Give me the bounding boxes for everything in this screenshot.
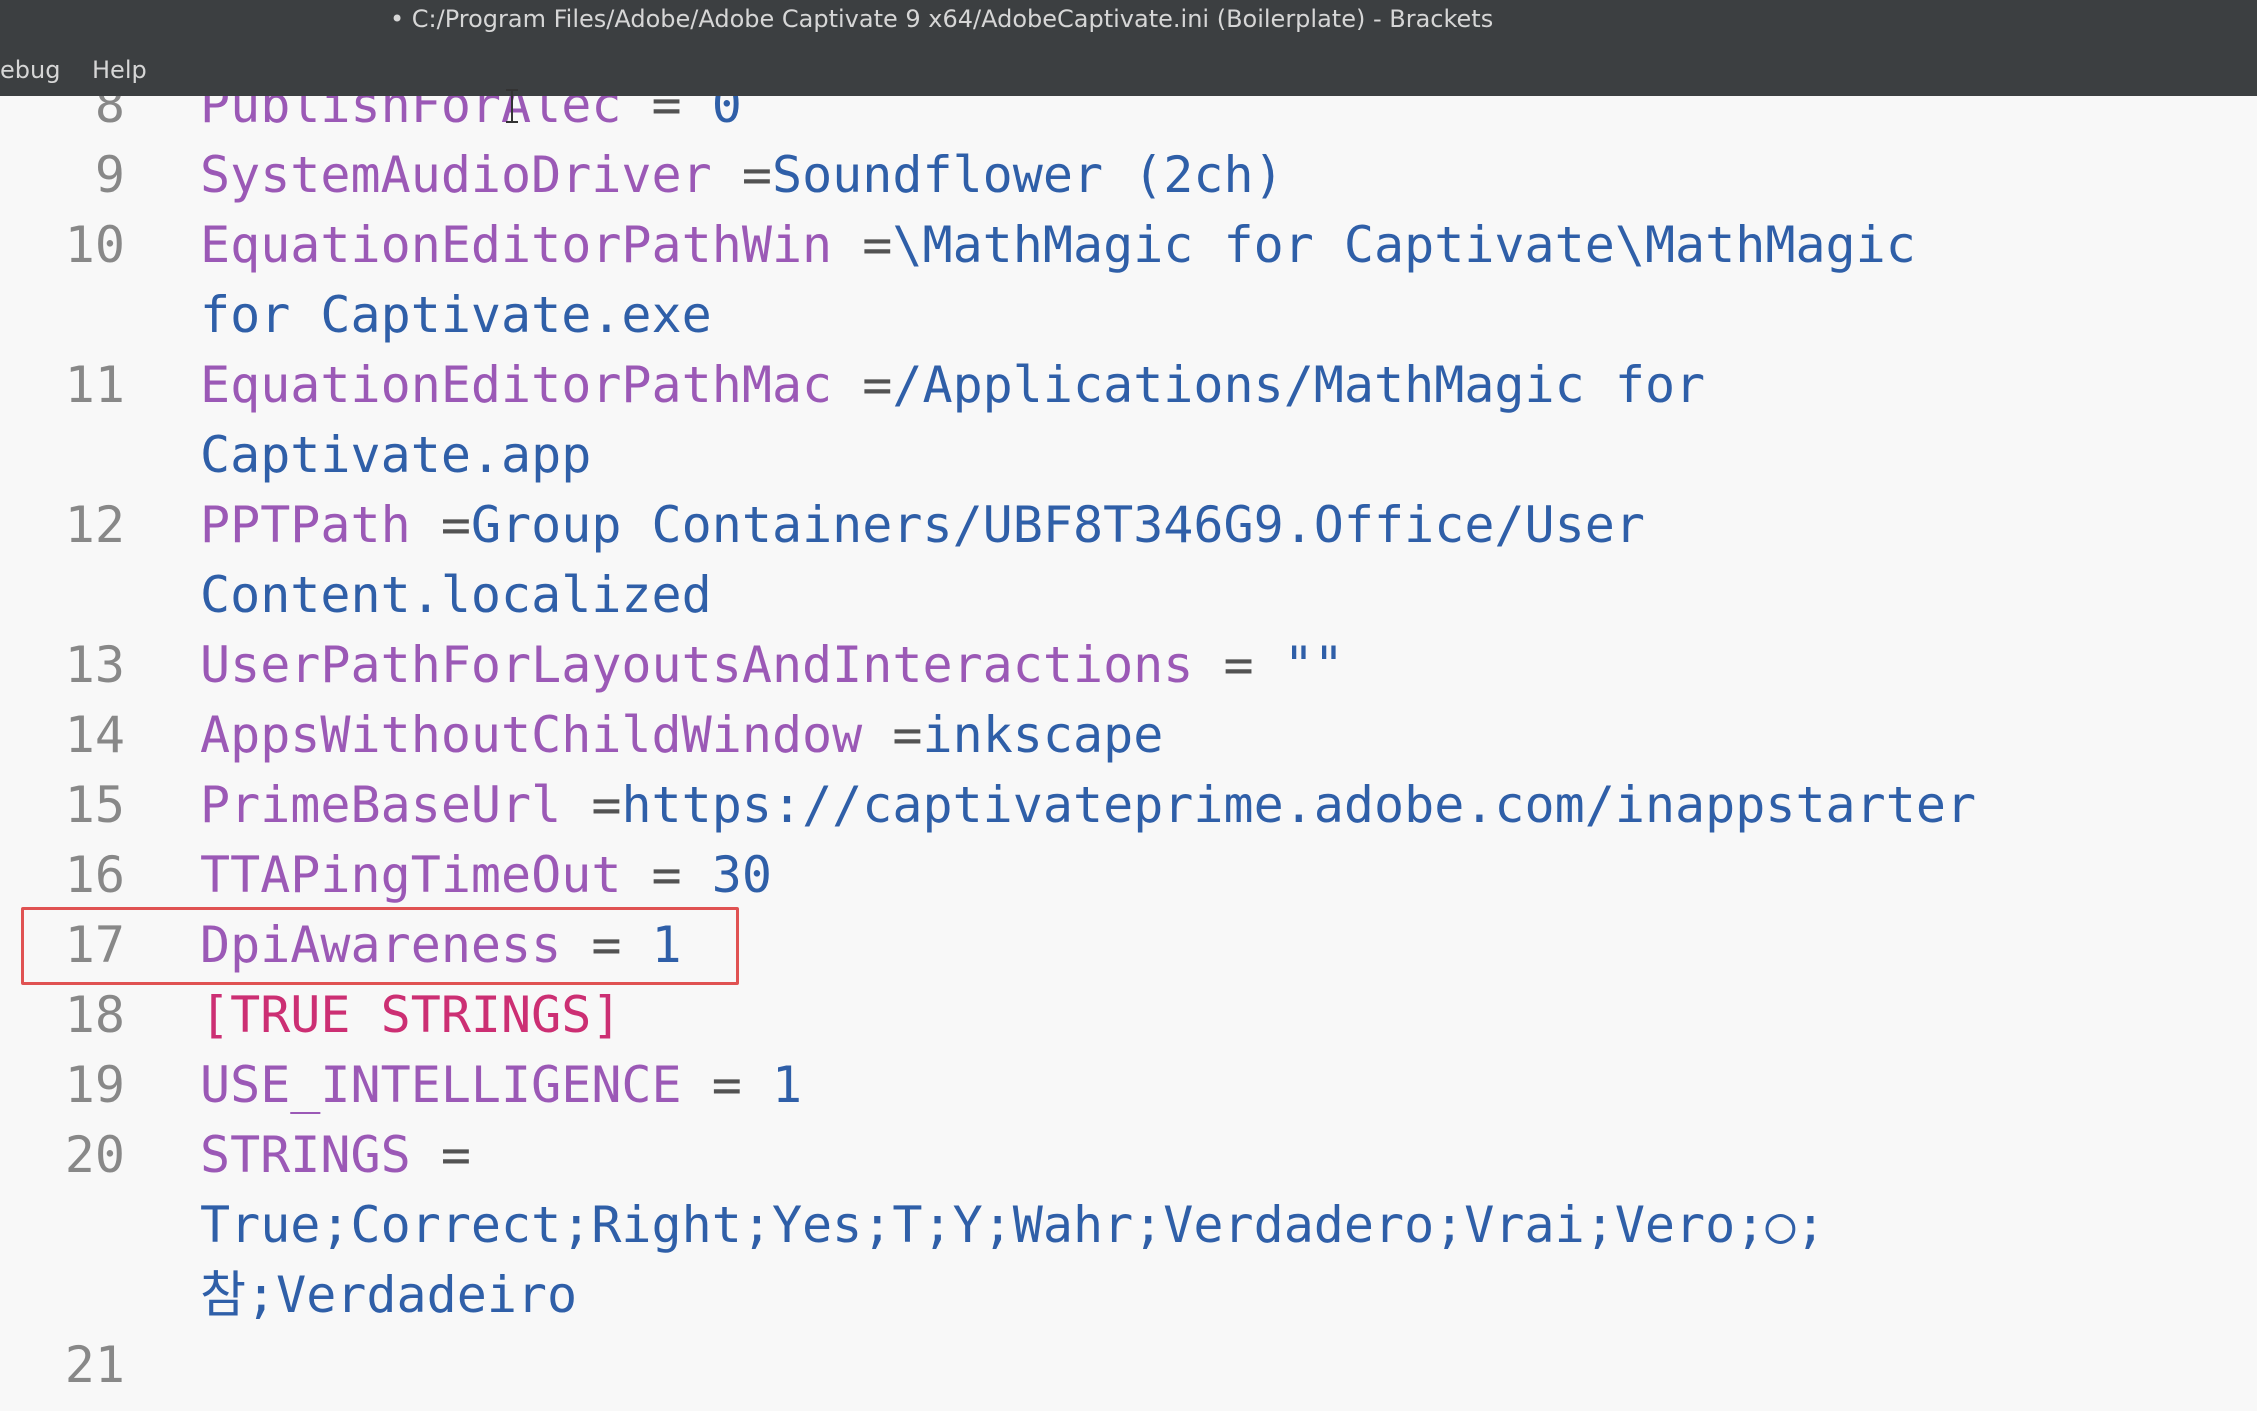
code-editor[interactable]: 8 PublishForAlec = 0 9 SystemAudioDriver…	[0, 96, 2257, 1411]
ini-section: [TRUE STRINGS]	[200, 986, 622, 1044]
code-line-13: 13 UserPathForLayoutsAndInteractions = "…	[0, 630, 2257, 700]
code-line-20: 20 STRINGS =	[0, 1120, 2257, 1190]
ini-separator: =	[561, 776, 622, 834]
code-line-21: 21	[0, 1330, 2257, 1400]
ini-key: EquationEditorPathMac	[200, 356, 833, 414]
code-text[interactable]: EquationEditorPathWin =\MathMagic for Ca…	[200, 210, 1916, 280]
ini-key: TTAPingTimeOut	[200, 846, 622, 904]
line-number: 16	[64, 846, 125, 904]
ini-value: inkscape	[922, 706, 1164, 764]
line-number: 17	[64, 916, 125, 974]
code-line-10: 10 EquationEditorPathWin =\MathMagic for…	[0, 210, 2257, 280]
window-title: • C:/Program Files/Adobe/Adobe Captivate…	[390, 5, 1494, 33]
ini-value: 참;Verdadeiro	[200, 1266, 578, 1324]
ini-separator: =	[832, 356, 893, 414]
ini-key: SystemAudioDriver	[200, 146, 712, 204]
ini-separator: =	[832, 216, 893, 274]
line-number: 11	[64, 356, 125, 414]
ini-separator: =	[862, 706, 923, 764]
ini-key: STRINGS	[200, 1126, 411, 1184]
code-line-9: 9 SystemAudioDriver =Soundflower (2ch)	[0, 140, 2257, 210]
line-number: 8	[94, 96, 125, 134]
code-text[interactable]: STRINGS =	[200, 1120, 471, 1190]
code-line-11: 11 EquationEditorPathMac =/Applications/…	[0, 350, 2257, 420]
code-line-12-wrap: Content.localized	[0, 560, 2257, 630]
menu-item-debug[interactable]: ebug	[0, 56, 60, 84]
line-number: 9	[94, 146, 125, 204]
line-number: 19	[64, 1056, 125, 1114]
ini-value: True;Correct;Right;Yes;T;Y;Wahr;Verdader…	[200, 1196, 1826, 1254]
code-line-8: 8 PublishForAlec = 0	[0, 96, 2257, 140]
ini-separator: =	[621, 846, 712, 904]
ini-separator: =	[681, 1056, 772, 1114]
ini-value: /Applications/MathMagic for	[892, 356, 1706, 414]
line-number: 18	[64, 986, 125, 1044]
ini-key: EquationEditorPathWin	[200, 216, 833, 274]
ini-key: AppsWithoutChildWindow	[200, 706, 863, 764]
ini-separator: =	[561, 916, 652, 974]
code-text[interactable]: 참;Verdadeiro	[200, 1260, 577, 1330]
title-bar: • C:/Program Files/Adobe/Adobe Captivate…	[0, 0, 2257, 96]
ini-value: ""	[1283, 636, 1344, 694]
ini-value: Group Containers/UBF8T346G9.Office/User	[470, 496, 1645, 554]
ini-value: 30	[711, 846, 772, 904]
code-line-10-wrap: for Captivate.exe	[0, 280, 2257, 350]
line-number: 12	[64, 496, 125, 554]
text-cursor-icon	[506, 89, 518, 123]
ini-key: UserPathForLayoutsAndInteractions	[200, 636, 1194, 694]
code-text[interactable]: PrimeBaseUrl =https://captivateprime.ado…	[200, 770, 1976, 840]
code-line-11-wrap: Captivate.app	[0, 420, 2257, 490]
code-line-17: 17 DpiAwareness = 1	[0, 910, 2257, 980]
ini-separator: =	[711, 146, 772, 204]
ini-separator: =	[410, 496, 471, 554]
ini-key: PrimeBaseUrl	[200, 776, 562, 834]
code-line-20-wrap-2: 참;Verdadeiro	[0, 1260, 2257, 1330]
ini-value: https://captivateprime.adobe.com/inappst…	[621, 776, 1977, 834]
code-text[interactable]: SystemAudioDriver =Soundflower (2ch)	[200, 140, 1284, 210]
code-line-14: 14 AppsWithoutChildWindow =inkscape	[0, 700, 2257, 770]
code-line-12: 12 PPTPath =Group Containers/UBF8T346G9.…	[0, 490, 2257, 560]
line-number: 10	[64, 216, 125, 274]
code-text[interactable]: AppsWithoutChildWindow =inkscape	[200, 700, 1163, 770]
ini-key: USE_INTELLIGENCE	[200, 1056, 682, 1114]
ini-value: for Captivate.exe	[200, 286, 712, 344]
code-text[interactable]: for Captivate.exe	[200, 280, 712, 350]
line-number: 13	[64, 636, 125, 694]
ini-value: 1	[651, 916, 682, 974]
ini-separator: =	[410, 1126, 471, 1184]
code-line-15: 15 PrimeBaseUrl =https://captivateprime.…	[0, 770, 2257, 840]
ini-value: 0	[711, 96, 742, 134]
ini-key: DpiAwareness	[200, 916, 562, 974]
code-text[interactable]: DpiAwareness = 1	[200, 910, 682, 980]
code-text[interactable]: PublishForAlec = 0	[200, 96, 742, 140]
code-text[interactable]: PPTPath =Group Containers/UBF8T346G9.Off…	[200, 490, 1645, 560]
code-text[interactable]: True;Correct;Right;Yes;T;Y;Wahr;Verdader…	[200, 1190, 1826, 1260]
code-line-19: 19 USE_INTELLIGENCE = 1	[0, 1050, 2257, 1120]
line-number: 21	[64, 1336, 125, 1394]
code-text[interactable]: USE_INTELLIGENCE = 1	[200, 1050, 802, 1120]
line-number: 15	[64, 776, 125, 834]
ini-value: 1	[771, 1056, 803, 1114]
ini-value: Captivate.app	[200, 426, 592, 484]
code-line-20-wrap-1: True;Correct;Right;Yes;T;Y;Wahr;Verdader…	[0, 1190, 2257, 1260]
code-text[interactable]: Content.localized	[200, 560, 712, 630]
ini-value: \MathMagic for Captivate\MathMagic	[892, 216, 1916, 274]
ini-value: Content.localized	[200, 566, 712, 624]
ini-separator: =	[1193, 636, 1284, 694]
code-text[interactable]: Captivate.app	[200, 420, 591, 490]
ini-separator: =	[621, 96, 712, 134]
code-text[interactable]: UserPathForLayoutsAndInteractions = ""	[200, 630, 1344, 700]
ini-value: Soundflower (2ch)	[771, 146, 1284, 204]
code-line-18: 18 [TRUE STRINGS]	[0, 980, 2257, 1050]
ini-key: PublishForAlec	[200, 96, 622, 134]
menu-item-help[interactable]: Help	[92, 56, 147, 84]
line-number: 20	[64, 1126, 125, 1184]
ini-key: PPTPath	[200, 496, 411, 554]
line-number: 14	[64, 706, 125, 764]
code-text[interactable]: [TRUE STRINGS]	[200, 980, 621, 1050]
code-text[interactable]: EquationEditorPathMac =/Applications/Mat…	[200, 350, 1705, 420]
code-text[interactable]: TTAPingTimeOut = 30	[200, 840, 772, 910]
code-line-16: 16 TTAPingTimeOut = 30	[0, 840, 2257, 910]
